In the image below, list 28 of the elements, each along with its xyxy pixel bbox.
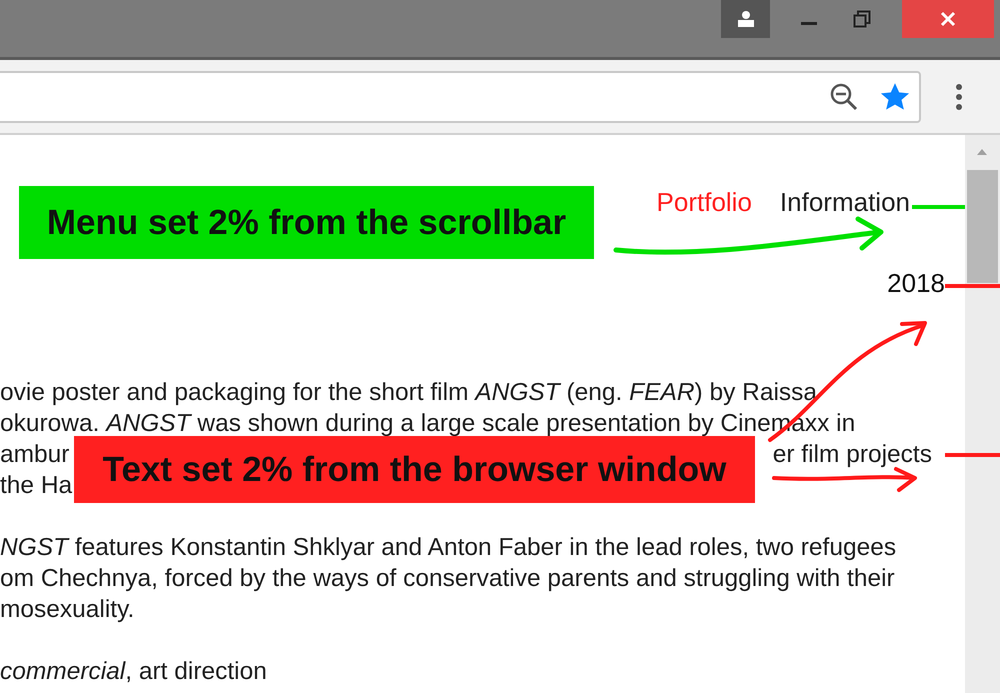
profile-button[interactable] [721,0,770,38]
annotation-label: Text set 2% from the browser window [74,436,755,503]
text-line: er film projects [772,440,932,470]
text-line: om Chechnya, forced by the ways of conservative parents and struggling with their [0,564,895,594]
text-line: NGST features Konstantin Shklyar and Anton Faber in the lead roles, two refugees [0,533,896,563]
scroll-up-icon[interactable] [976,148,988,156]
zoom-out-icon[interactable] [829,82,859,112]
leader-line [945,453,1000,457]
person-icon [736,10,756,28]
text-line: ovie poster and packaging for the short film ANGST (eng. FEAR) by Raissa [0,378,818,408]
star-icon[interactable] [879,82,911,112]
minimize-icon [800,22,816,24]
annotation-label: Menu set 2% from the scrollbar [19,186,594,259]
nav-link[interactable]: Information [780,187,910,218]
nav-link[interactable]: Portfolio [656,187,752,218]
text-line: commercial, art direction [0,657,267,687]
year-label: 2018 [887,268,945,298]
leader-line [912,205,965,209]
text-line: the Ha [0,471,72,501]
close-button[interactable] [902,0,994,38]
leader-line [945,284,1000,288]
close-icon [940,11,956,27]
text-line: mosexuality. [0,595,134,625]
menu-icon[interactable] [955,82,963,110]
scroll-thumb[interactable] [967,170,998,283]
restore-icon [852,10,870,28]
scrollbar[interactable] [965,135,1000,693]
text-line: ambur [0,440,70,470]
